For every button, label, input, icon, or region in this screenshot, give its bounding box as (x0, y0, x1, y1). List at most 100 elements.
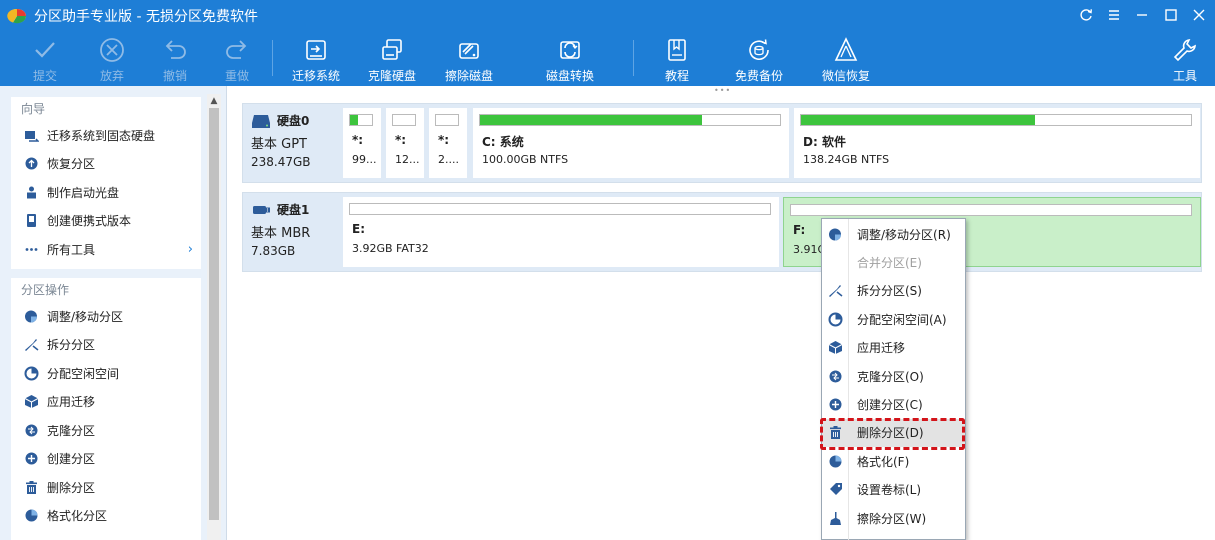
menu-item-merge-partition[interactable]: 合并分区(E) (822, 248, 965, 276)
checkmark-icon (35, 42, 55, 58)
sidebar-item-migrate-ssd[interactable]: 迁移系统到固态硬盘 (11, 121, 201, 150)
delete-partition-highlight (820, 418, 965, 450)
maximize-icon (1165, 9, 1177, 21)
discard-button[interactable]: 放弃 (97, 36, 127, 84)
maximize-button[interactable] (1160, 4, 1182, 26)
sidebar-item-clone-partition[interactable]: 克隆分区 (11, 416, 201, 445)
settings-button[interactable] (1103, 4, 1125, 26)
wipe-disk-button[interactable]: 擦除磁盘 (445, 36, 493, 84)
redo-icon (226, 40, 247, 59)
commit-button[interactable]: 提交 (30, 36, 60, 84)
sidebar-item-boot-disk[interactable]: 制作启动光盘 (11, 178, 201, 207)
sidebar-item-create-partition[interactable]: 创建分区 (11, 445, 201, 474)
partition-block-d[interactable]: D: 软件 138.24GB NTFS (794, 108, 1200, 178)
menu-item-wipe-partition[interactable]: 擦除分区(W) (822, 504, 965, 532)
partition-block[interactable]: *: 2.... (429, 108, 467, 178)
allocate-icon (23, 365, 39, 381)
portable-icon (23, 213, 39, 229)
toolbar-separator (272, 40, 273, 76)
refresh-button[interactable] (1075, 4, 1097, 26)
sidebar-item-recover-partition[interactable]: 恢复分区 (11, 150, 201, 179)
split-icon (826, 282, 844, 300)
menu-item-create-partition[interactable]: 创建分区(C) (822, 390, 965, 418)
minimize-button[interactable] (1131, 4, 1153, 26)
usage-bar (800, 114, 1192, 126)
top-bar: 分区助手专业版 - 无损分区免费软件 提交 放弃 撤销 重做 迁移系统 克隆硬盘… (0, 0, 1215, 86)
disk-convert-button[interactable]: 磁盘转换 (546, 36, 594, 84)
app-move-icon (23, 394, 39, 410)
tools-button[interactable]: 工具 (1172, 36, 1198, 84)
close-button[interactable] (1188, 4, 1210, 26)
scroll-thumb[interactable] (209, 108, 219, 520)
resize-icon (23, 308, 39, 324)
disk-row-1: 硬盘1 基本 MBR 7.83GB E: 3.92GB FAT32 F: 3.9… (242, 192, 1202, 272)
menu-item-clone-partition[interactable]: 克隆分区(O) (822, 362, 965, 390)
usage-bar (349, 114, 373, 126)
refresh-icon (1080, 9, 1092, 21)
menu-item-allocate-free-space[interactable]: 分配空闲空间(A) (822, 305, 965, 333)
undo-icon (165, 40, 186, 59)
partition-block-e[interactable]: E: 3.92GB FAT32 (343, 197, 779, 267)
clone-disk-button[interactable]: 克隆硬盘 (368, 36, 416, 84)
sidebar-item-app-migration[interactable]: 应用迁移 (11, 388, 201, 417)
usage-bar (349, 203, 771, 215)
clone-icon (23, 422, 39, 438)
wrench-icon (1173, 39, 1196, 62)
more-icon (23, 241, 39, 257)
partition-block[interactable]: *: 99... (343, 108, 381, 178)
allocate-icon (826, 310, 844, 328)
broom-icon (826, 509, 844, 527)
sidebar: 向导 迁移系统到固态硬盘 恢复分区 制作启动光盘 创建便携式版本 所有工具 › … (0, 86, 227, 540)
backup-icon (749, 39, 769, 60)
disk-info[interactable]: 硬盘1 基本 MBR 7.83GB (251, 201, 341, 258)
menu-lines-icon (1109, 10, 1119, 20)
partition-block-c[interactable]: C: 系统 100.00GB NTFS (473, 108, 789, 178)
usage-bar (479, 114, 781, 126)
sidebar-item-portable-version[interactable]: 创建便携式版本 (11, 207, 201, 236)
wechat-recovery-button[interactable]: 微信恢复 (822, 36, 870, 84)
menu-item-app-migration[interactable]: 应用迁移 (822, 334, 965, 362)
minimize-icon (1137, 14, 1147, 16)
undo-button[interactable]: 撤销 (160, 36, 190, 84)
menu-item-format[interactable]: 格式化(F) (822, 447, 965, 475)
menu-item-set-label[interactable]: 设置卷标(L) (822, 476, 965, 504)
sidebar-item-allocate-free-space[interactable]: 分配空闲空间 (11, 359, 201, 388)
redo-button[interactable]: 重做 (222, 36, 252, 84)
sidebar-item-resize-partition[interactable]: 调整/移动分区 (11, 302, 201, 331)
usage-bar (790, 204, 1192, 216)
menu-item-split-partition[interactable]: 拆分分区(S) (822, 277, 965, 305)
migrate-icon (23, 127, 39, 143)
tag-icon (826, 481, 844, 499)
sidebar-item-split-partition[interactable]: 拆分分区 (11, 331, 201, 360)
disk-map-area: ••• 硬盘0 基本 GPT 238.47GB *: 99... *: 12..… (228, 86, 1215, 540)
sidebar-item-all-tools[interactable]: 所有工具 › (11, 235, 201, 264)
format-icon (826, 452, 844, 470)
recover-icon (23, 156, 39, 172)
sidebar-item-delete-partition[interactable]: 删除分区 (11, 473, 201, 502)
resize-icon (826, 225, 844, 243)
scroll-up-arrow-icon[interactable]: ▲ (207, 94, 221, 108)
tutorial-button[interactable]: 教程 (663, 36, 691, 84)
wechat-recovery-icon (834, 37, 858, 61)
book-icon (668, 39, 686, 61)
disk-info[interactable]: 硬盘0 基本 GPT 238.47GB (251, 112, 341, 169)
usb-drive-icon (253, 205, 270, 214)
sidebar-item-format-partition[interactable]: 格式化分区 (11, 502, 201, 531)
free-backup-button[interactable]: 免费备份 (735, 36, 783, 84)
migrate-os-button[interactable]: 迁移系统 (292, 36, 340, 84)
create-icon (826, 396, 844, 414)
close-icon (1193, 9, 1205, 21)
toolbar-separator (633, 40, 634, 76)
format-icon (23, 508, 39, 524)
create-icon (23, 451, 39, 467)
sidebar-scrollbar[interactable]: ▲ (207, 94, 221, 540)
chevron-right-icon: › (187, 241, 193, 257)
menu-item-resize-partition[interactable]: 调整/移动分区(R) (822, 220, 965, 248)
splitter-grip[interactable]: ••• (714, 86, 731, 95)
disk-convert-icon (560, 41, 580, 59)
partition-block[interactable]: *: 12... (386, 108, 424, 178)
window-title: 分区助手专业版 - 无损分区免费软件 (34, 9, 258, 25)
migrate-os-icon (306, 40, 326, 60)
hard-disk-icon (252, 114, 270, 128)
wizard-panel-title: 向导 (21, 102, 46, 116)
